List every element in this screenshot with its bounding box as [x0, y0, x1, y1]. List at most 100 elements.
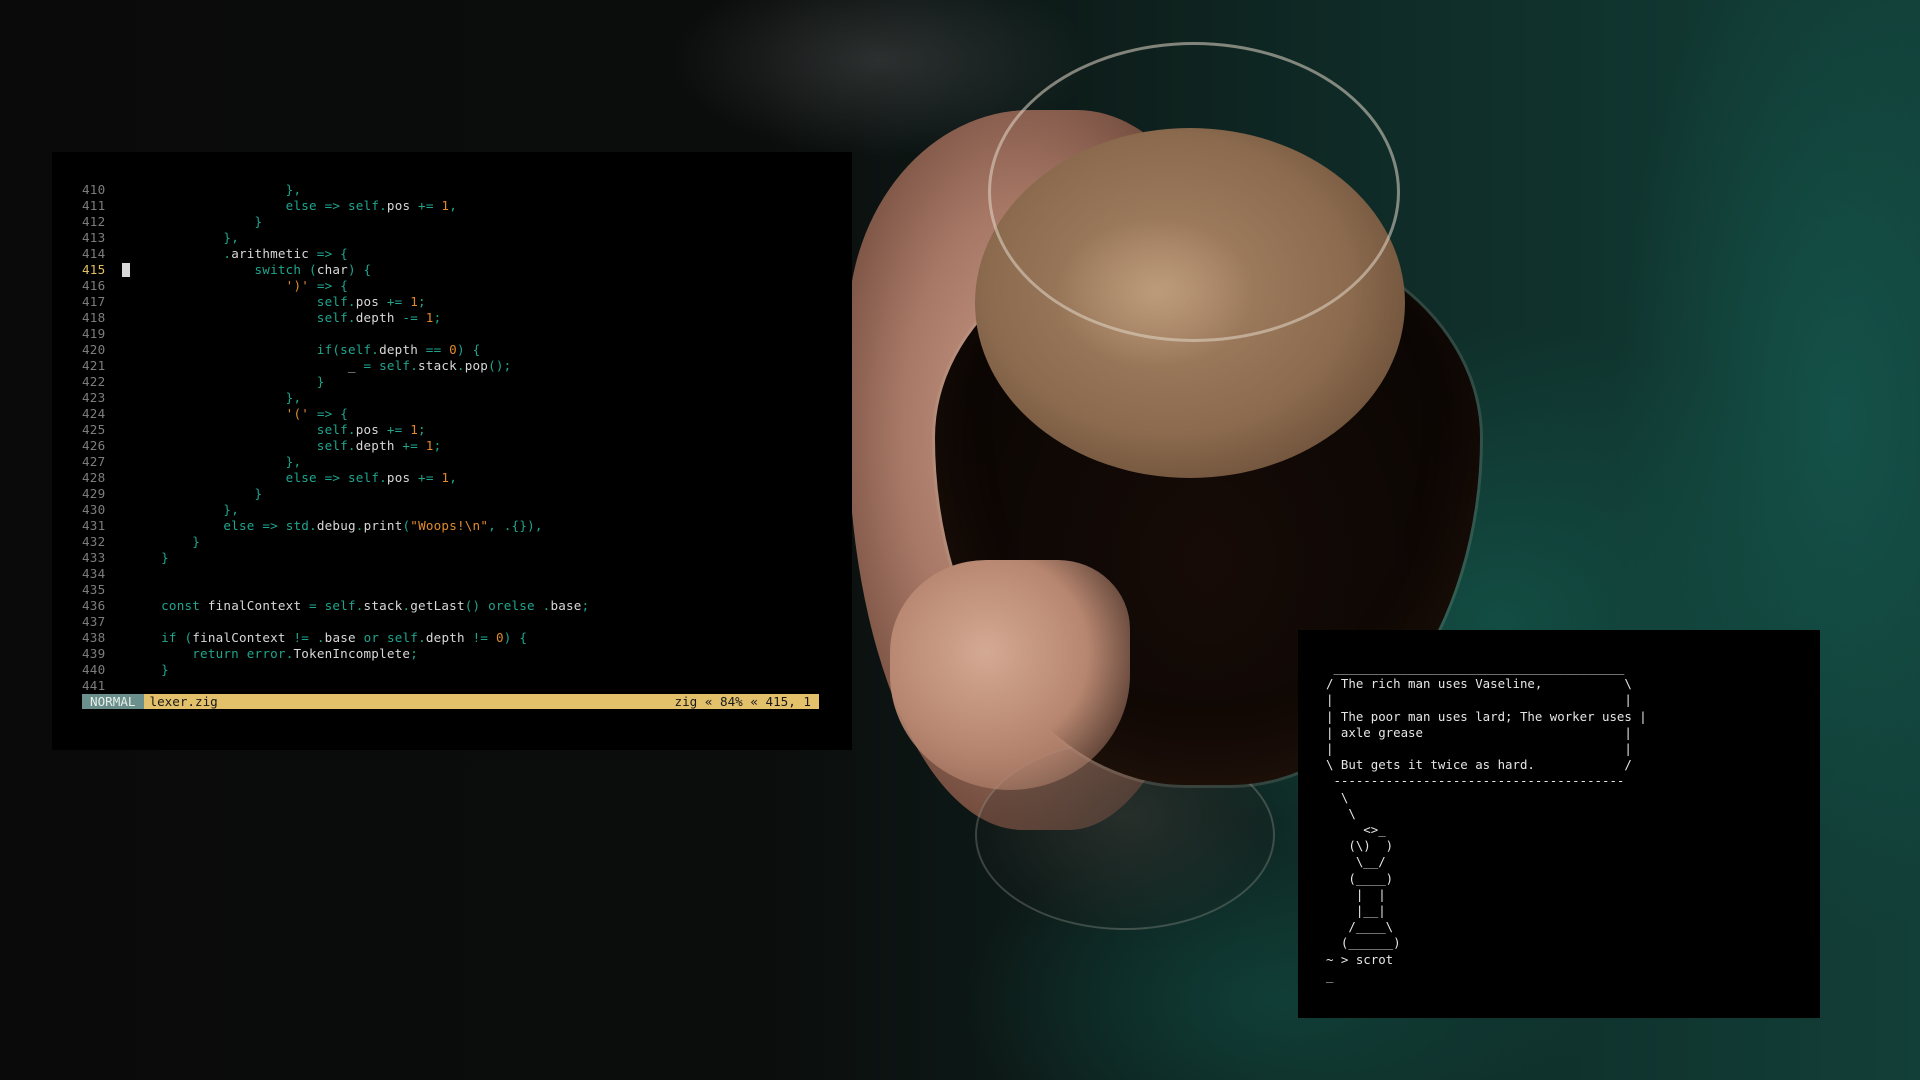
code-line[interactable]: 410 },: [82, 182, 824, 198]
code-line[interactable]: 419: [82, 326, 824, 342]
code-line[interactable]: 418 self.depth -= 1;: [82, 310, 824, 326]
line-number: 416: [82, 278, 106, 293]
cursor-column: [122, 422, 130, 438]
code-line[interactable]: 420 if(self.depth == 0) {: [82, 342, 824, 358]
editor-terminal-window[interactable]: 410 }, 411 else => self.pos += 1, 412 } 413…: [52, 152, 852, 750]
cursor-column: [122, 662, 130, 678]
line-text: },: [285, 182, 302, 197]
line-text: else => self.pos += 1,: [285, 198, 458, 213]
cursor-column: [122, 582, 130, 598]
cursor-column: [122, 614, 130, 630]
vim-statusbar: NORMAL lexer.zig zig « 84% « 415, 1: [82, 694, 819, 709]
code-line[interactable]: 428 else => self.pos += 1,: [82, 470, 824, 486]
shell-prompt: ~ > scrot: [1326, 951, 1394, 967]
code-line[interactable]: 417 self.pos += 1;: [82, 294, 824, 310]
cursor-column: [122, 630, 130, 646]
code-line[interactable]: 413 },: [82, 230, 824, 246]
line-number: 414: [82, 246, 106, 261]
line-number: 431: [82, 518, 106, 533]
shell-terminal-window[interactable]: _______________________________________ …: [1298, 630, 1820, 1018]
code-line[interactable]: 427 },: [82, 454, 824, 470]
cursor-column: [122, 342, 130, 358]
line-text: },: [223, 230, 239, 245]
line-text: },: [285, 390, 302, 405]
code-line[interactable]: 430 },: [82, 502, 824, 518]
code-line[interactable]: 434: [82, 566, 824, 582]
cursor-column: [122, 550, 130, 566]
shell-output[interactable]: _______________________________________ …: [1326, 660, 1647, 984]
cursor-column: [122, 182, 130, 198]
line-number: 430: [82, 502, 106, 517]
cursor-column: [122, 566, 130, 582]
cursor-column: [122, 198, 130, 214]
line-number: 413: [82, 230, 106, 245]
code-line[interactable]: 426 self.depth += 1;: [82, 438, 824, 454]
code-line[interactable]: 433 }: [82, 550, 824, 566]
cursor-column: [122, 230, 130, 246]
cursor-column: [122, 358, 130, 374]
line-text: }: [254, 214, 263, 229]
line-text: }: [192, 534, 201, 549]
code-line[interactable]: 438 if (finalContext != .base or self.de…: [82, 630, 824, 646]
code-line[interactable]: 415 switch (char) {: [82, 262, 824, 278]
code-line[interactable]: 429 }: [82, 486, 824, 502]
line-number: 437: [82, 614, 106, 629]
code-line[interactable]: 435: [82, 582, 824, 598]
line-text: },: [223, 502, 239, 517]
code-line[interactable]: 440 }: [82, 662, 824, 678]
code-line[interactable]: 441: [82, 678, 824, 694]
line-text: if (finalContext != .base or self.depth …: [161, 630, 528, 645]
line-number: 425: [82, 422, 106, 437]
line-text: }: [161, 662, 169, 677]
line-number: 435: [82, 582, 106, 597]
code-line[interactable]: 424 '(' => {: [82, 406, 824, 422]
code-line[interactable]: 411 else => self.pos += 1,: [82, 198, 824, 214]
code-line[interactable]: 421 _ = self.stack.pop();: [82, 358, 824, 374]
cursor-column: [122, 294, 130, 310]
line-number: 427: [82, 454, 106, 469]
line-text: const finalContext = self.stack.getLast(…: [161, 598, 590, 613]
line-number: 423: [82, 390, 106, 405]
line-number: 439: [82, 646, 106, 661]
line-text: switch (char) {: [254, 262, 372, 277]
line-number: 426: [82, 438, 106, 453]
line-number: 422: [82, 374, 106, 389]
line-text: },: [285, 454, 302, 469]
cursor-position: zig « 84% « 415, 1: [674, 694, 811, 709]
code-line[interactable]: 437: [82, 614, 824, 630]
cursor-column: [122, 406, 130, 422]
code-line[interactable]: 432 }: [82, 534, 824, 550]
cursor-column: [122, 678, 130, 694]
code-line[interactable]: 412 }: [82, 214, 824, 230]
line-text: '(' => {: [285, 406, 348, 421]
cursor-column: [122, 390, 130, 406]
line-number: 412: [82, 214, 106, 229]
cursor-column: [122, 438, 130, 454]
code-line[interactable]: 425 self.pos += 1;: [82, 422, 824, 438]
text-cursor: [122, 263, 130, 277]
code-line[interactable]: 431 else => std.debug.print("Woops!\n", …: [82, 518, 824, 534]
code-view[interactable]: 410 }, 411 else => self.pos += 1, 412 } 413…: [82, 182, 824, 694]
file-name: lexer.zig: [149, 694, 218, 709]
line-text: }: [161, 550, 169, 565]
line-number: 418: [82, 310, 106, 325]
line-text: self.pos += 1;: [316, 422, 426, 437]
line-number: 421: [82, 358, 106, 373]
cursor-column: [122, 502, 130, 518]
cursor-column: [122, 246, 130, 262]
line-text: _ = self.stack.pop();: [130, 358, 512, 373]
code-line[interactable]: 422 }: [82, 374, 824, 390]
code-line[interactable]: 416 ')' => {: [82, 278, 824, 294]
cursor-column: [122, 470, 130, 486]
code-line[interactable]: 414 .arithmetic => {: [82, 246, 824, 262]
cursor-column: [122, 646, 130, 662]
line-number: 415: [82, 262, 106, 277]
line-text: }: [254, 486, 263, 501]
line-text: if(self.depth == 0) {: [316, 342, 481, 357]
code-line[interactable]: 439 return error.TokenIncomplete;: [82, 646, 824, 662]
cursor-column: [122, 214, 130, 230]
line-text: else => self.pos += 1,: [285, 470, 458, 485]
code-line[interactable]: 436 const finalContext = self.stack.getL…: [82, 598, 824, 614]
shell-cursor: _: [1326, 967, 1334, 983]
code-line[interactable]: 423 },: [82, 390, 824, 406]
